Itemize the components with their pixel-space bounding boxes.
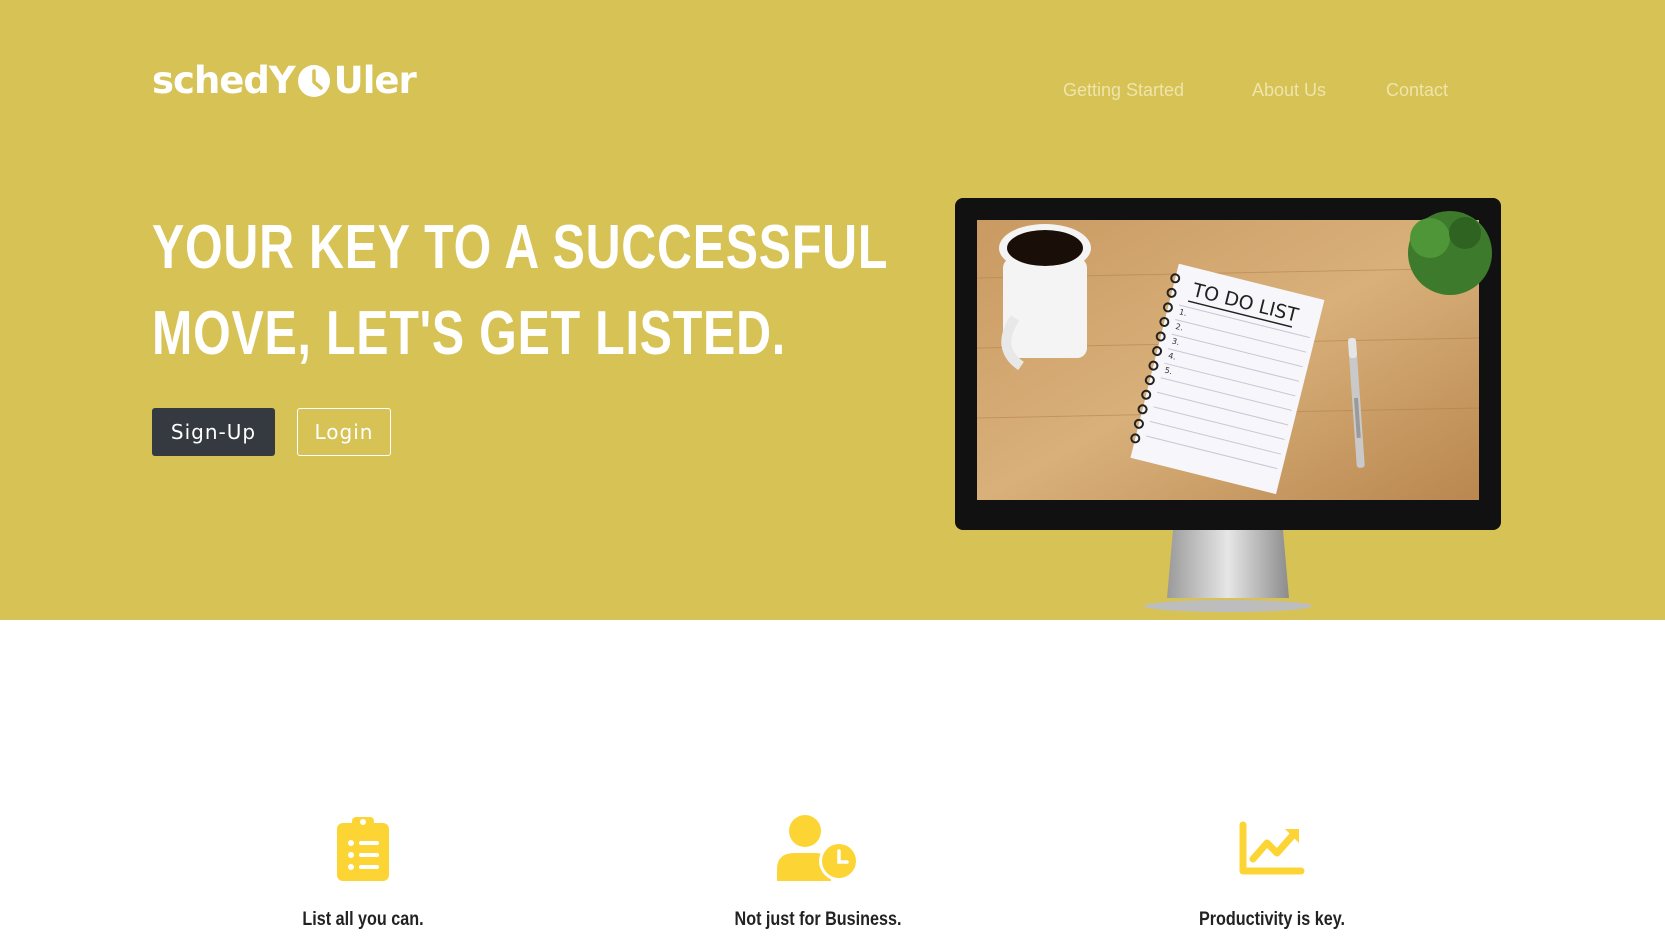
monitor-todo-image: TO DO LIST 1. 2. 3. 4. 5. [955, 198, 1501, 612]
hero-section: schedY Uler Getting Started About Us Con… [0, 0, 1665, 620]
nav-link-contact[interactable]: Contact [1386, 80, 1448, 101]
signup-button[interactable]: Sign-Up [152, 408, 275, 456]
nav-link-about-us[interactable]: About Us [1252, 80, 1326, 101]
nav-link-getting-started[interactable]: Getting Started [1063, 80, 1184, 101]
clipboard-list-icon [337, 817, 389, 881]
user-clock-icon [777, 815, 859, 881]
feature-label: Not just for Business. [734, 909, 902, 930]
main-nav: Getting Started About Us Contact [0, 80, 1665, 104]
feature-label: Productivity is key. [1198, 909, 1346, 930]
feature-list: List all you can. [213, 815, 513, 931]
hero-headline-line2: MOVE, LET'S GET LISTED. [152, 299, 786, 368]
chart-line-icon [1239, 821, 1305, 875]
feature-productivity: Productivity is key. [1122, 815, 1422, 931]
hero-headline: YOUR KEY TO A SUCCESSFUL MOVE, LET'S GET… [152, 205, 932, 377]
features-section: List all you can. Not just for Business.… [0, 620, 1665, 937]
hero-headline-line1: YOUR KEY TO A SUCCESSFUL [152, 213, 889, 282]
feature-label: List all you can. [302, 909, 424, 930]
login-button[interactable]: Login [297, 408, 391, 456]
feature-not-just-business: Not just for Business. [668, 815, 968, 931]
